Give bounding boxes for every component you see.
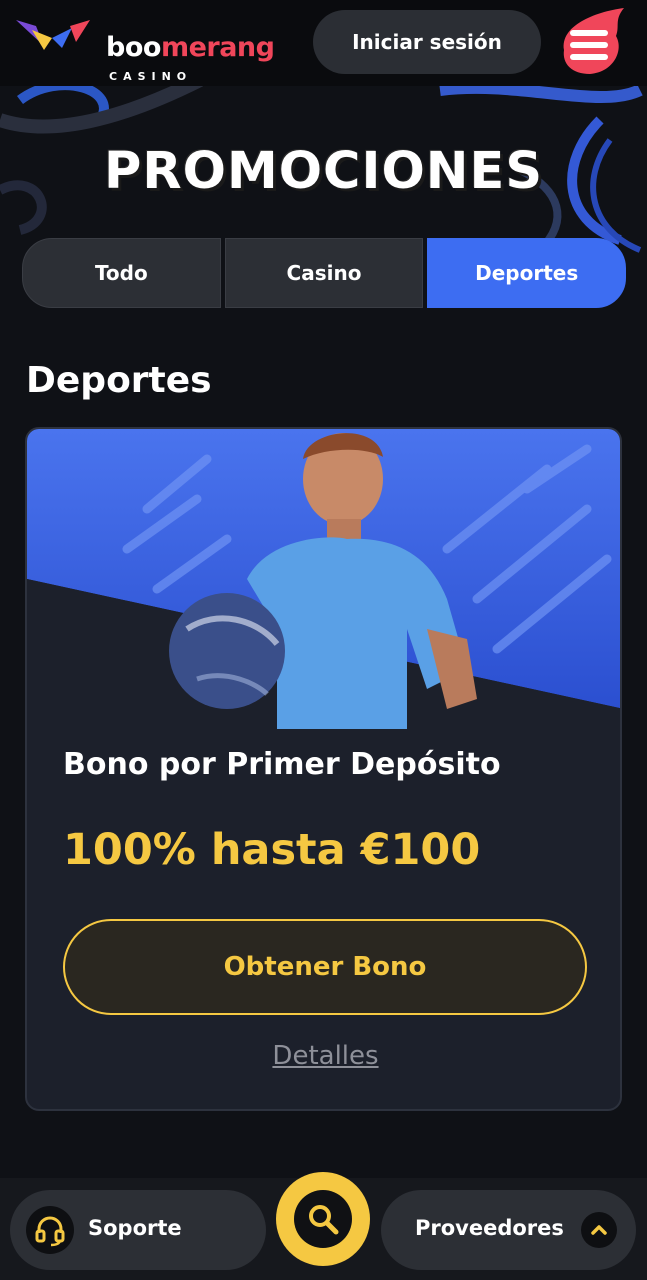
top-header: boomerang CASINO Iniciar sesión — [0, 0, 647, 86]
promo-card: Bono por Primer Depósito 100% hasta €100… — [25, 427, 622, 1111]
promo-title: Bono por Primer Depósito — [63, 747, 501, 782]
tab-deportes[interactable]: Deportes — [427, 238, 627, 308]
promotions-page: boomerang CASINO Iniciar sesión PROMOCIO… — [0, 0, 647, 1280]
boomerang-logo-icon — [16, 20, 90, 50]
details-link[interactable]: Detalles — [27, 1041, 620, 1071]
page-title: PROMOCIONES — [103, 142, 544, 201]
bottom-nav-bar: Soporte Proveedores — [0, 1172, 647, 1280]
headset-icon — [26, 1206, 74, 1254]
logo-wordmark: boomerang — [106, 32, 275, 63]
support-button[interactable]: Soporte — [10, 1190, 266, 1270]
support-label: Soporte — [88, 1216, 182, 1240]
search-button[interactable] — [276, 1172, 370, 1266]
boomerang-casino-logo[interactable]: boomerang CASINO — [14, 14, 275, 82]
section-heading: Deportes — [26, 360, 212, 401]
search-icon — [294, 1190, 352, 1248]
hamburger-menu-icon — [563, 8, 624, 74]
tab-casino[interactable]: Casino — [224, 238, 424, 308]
login-button[interactable]: Iniciar sesión — [313, 10, 541, 74]
promo-category-tabs: Todo Casino Deportes — [22, 238, 627, 308]
promo-hero-image — [27, 429, 620, 729]
get-bonus-button[interactable]: Obtener Bono — [63, 919, 587, 1015]
chevron-up-icon — [581, 1212, 617, 1248]
promo-offer: 100% hasta €100 — [63, 825, 481, 875]
logo-subtitle: CASINO — [109, 70, 193, 83]
providers-label: Proveedores — [415, 1216, 564, 1240]
menu-button[interactable] — [554, 6, 630, 78]
providers-button[interactable]: Proveedores — [381, 1190, 636, 1270]
tab-todo[interactable]: Todo — [22, 238, 221, 308]
